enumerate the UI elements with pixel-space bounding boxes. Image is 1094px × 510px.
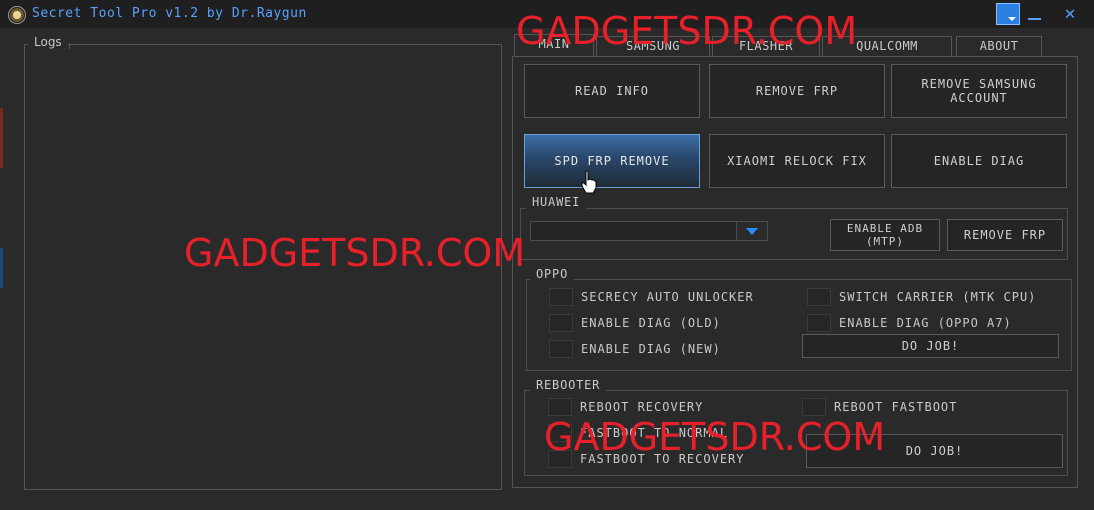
reboot-fastboot-checkbox[interactable] [802,398,826,416]
chevron-down-icon[interactable] [736,222,767,240]
enable-adb-mtp-button[interactable]: ENABLE ADB (MTP) [830,219,940,251]
edge-accent-blue [0,248,3,288]
app-icon [8,6,26,24]
oppo-switch-carrier-checkbox[interactable] [807,288,831,306]
oppo-enable-diag-a7-label: ENABLE DIAG (OPPO A7) [839,316,1012,330]
watermark-middle: GADGETSDR.COM [184,231,526,275]
remove-samsung-account-label-1: REMOVE SAMSUNG [921,77,1037,91]
spd-frp-remove-label: SPD FRP REMOVE [554,154,670,168]
enable-diag-button[interactable]: ENABLE DIAG [891,134,1067,188]
xiaomi-relock-fix-label: XIAOMI RELOCK FIX [727,154,867,168]
enable-adb-label-1: ENABLE ADB [846,222,924,235]
huawei-label: HUAWEI [526,195,587,209]
rebooter-do-job-label: DO JOB! [905,444,964,458]
oppo-label: OPPO [530,267,575,281]
huawei-remove-frp-label: REMOVE FRP [963,228,1047,242]
oppo-secrecy-label: SECRECY AUTO UNLOCKER [581,290,754,304]
huawei-remove-frp-button[interactable]: REMOVE FRP [947,219,1063,251]
oppo-enable-diag-new-label: ENABLE DIAG (NEW) [581,342,721,356]
close-button[interactable]: ✕ [1058,3,1082,25]
huawei-model-select[interactable] [530,221,768,241]
watermark-top: GADGETSDR.COM [516,9,858,53]
edge-accent-red [0,108,3,168]
reboot-recovery-label: REBOOT RECOVERY [580,400,704,414]
xiaomi-relock-fix-button[interactable]: XIAOMI RELOCK FIX [709,134,885,188]
hand-cursor-icon [581,170,597,194]
oppo-enable-diag-old-checkbox[interactable] [549,314,573,332]
oppo-do-job-button[interactable]: DO JOB! [802,334,1059,358]
oppo-switch-carrier-label: SWITCH CARRIER (MTK CPU) [839,290,1037,304]
remove-samsung-account-label-2: ACCOUNT [950,91,1008,105]
window-title: Secret Tool Pro v1.2 by Dr.Raygun [32,6,307,21]
oppo-secrecy-checkbox[interactable] [549,288,573,306]
remove-samsung-account-button[interactable]: REMOVE SAMSUNG ACCOUNT [891,64,1067,118]
oppo-enable-diag-a7-checkbox[interactable] [807,314,831,332]
oppo-enable-diag-old-label: ENABLE DIAG (OLD) [581,316,721,330]
enable-diag-label: ENABLE DIAG [933,154,1025,168]
watermark-bottom: GADGETSDR.COM [544,415,886,459]
dropdown-icon[interactable] [996,3,1020,25]
minimize-button[interactable] [1022,3,1046,25]
read-info-label: READ INFO [574,84,650,98]
oppo-do-job-label: DO JOB! [901,339,960,353]
oppo-enable-diag-new-checkbox[interactable] [549,340,573,358]
rebooter-label: REBOOTER [530,378,607,392]
left-edge [0,28,4,510]
remove-frp-button[interactable]: REMOVE FRP [709,64,885,118]
read-info-button[interactable]: READ INFO [524,64,700,118]
spd-frp-remove-button[interactable]: SPD FRP REMOVE [524,134,700,188]
reboot-fastboot-label: REBOOT FASTBOOT [834,400,958,414]
reboot-recovery-checkbox[interactable] [548,398,572,416]
logs-label: Logs [28,35,70,49]
remove-frp-label: REMOVE FRP [755,84,839,98]
enable-adb-label-2: (MTP) [865,235,905,248]
tab-about[interactable]: ABOUT [956,36,1042,56]
